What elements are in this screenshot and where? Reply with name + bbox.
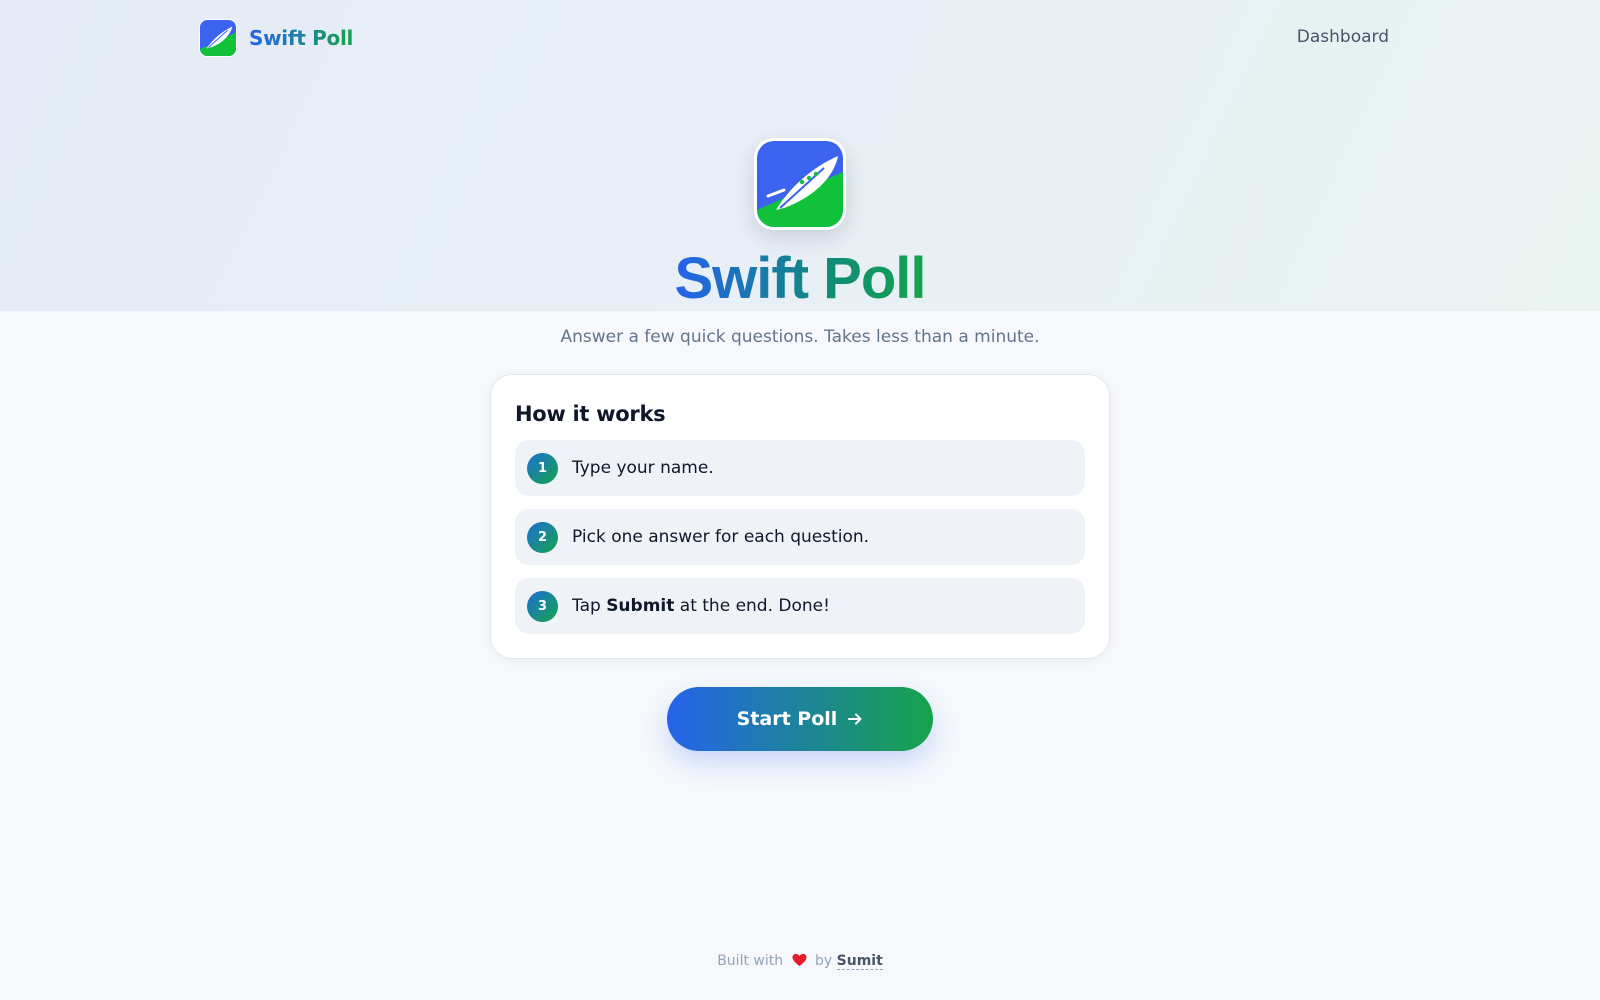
brand-link[interactable]: Swift Poll [199,19,353,57]
footer-prefix: Built with [717,953,784,969]
how-it-works-title: How it works [515,402,666,426]
footer: Built with by Sumit [0,953,1600,970]
step-text: Type your name. [572,458,714,478]
top-navigation: Swift Poll Dashboard [0,0,1600,78]
step-number-badge: 3 [527,590,558,622]
arrow-right-icon [848,713,862,725]
step-item-2: 2 Pick one answer for each question. [515,509,1085,565]
swift-poll-logo-icon [199,19,237,57]
start-poll-button[interactable]: Start Poll [667,687,933,751]
step-item-3: 3 Tap Submit at the end. Done! [515,578,1085,634]
swift-poll-feather-logo-icon [754,138,846,230]
steps-list: 1 Type your name. 2 Pick one answer for … [515,440,1085,647]
heart-icon [792,953,807,967]
hero-logo [754,138,846,230]
how-it-works-card: How it works 1 Type your name. 2 Pick on… [490,374,1110,659]
start-poll-label: Start Poll [736,708,838,730]
footer-by: by [815,953,833,969]
hero-subtitle: Answer a few quick questions. Takes less… [560,327,1040,347]
step-number-badge: 2 [527,521,558,553]
step-text-bold: Submit [606,596,675,616]
step-item-1: 1 Type your name. [515,440,1085,496]
step-text: Tap Submit at the end. Done! [572,596,830,616]
hero-title: Swift Poll [674,246,927,311]
step-text-pre: Tap [572,596,607,616]
footer-author-link[interactable]: Sumit [836,953,883,970]
brand-name: Swift Poll [249,26,354,50]
step-number-badge: 1 [527,452,558,484]
step-text-post: at the end. Done! [674,596,830,616]
nav-dashboard-link[interactable]: Dashboard [1297,27,1389,47]
step-text: Pick one answer for each question. [572,527,870,547]
